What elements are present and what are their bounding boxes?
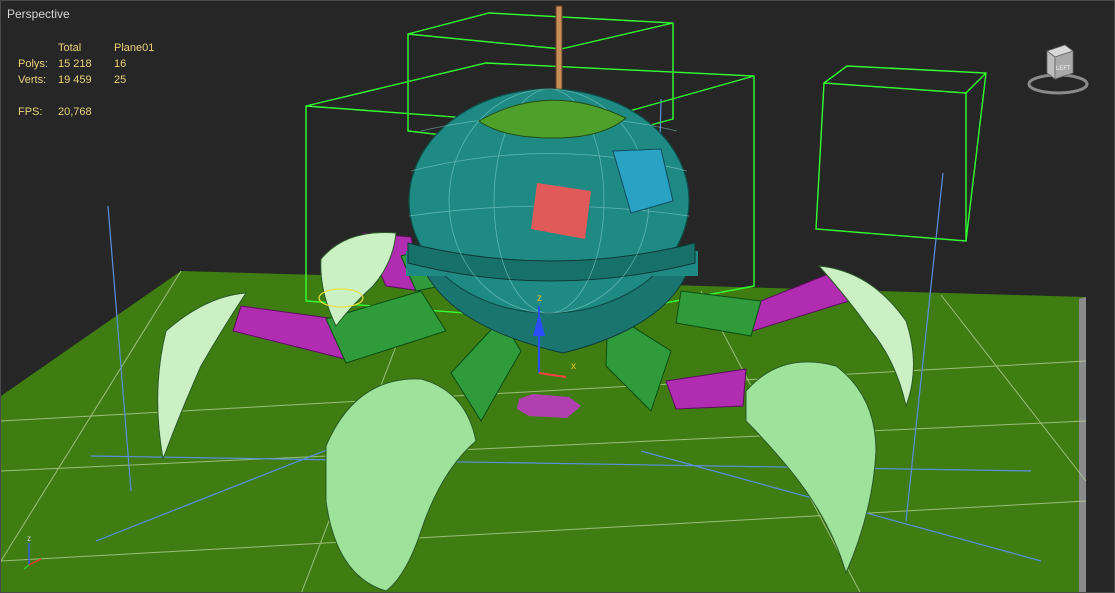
stats-verts-total: 19 459: [58, 74, 92, 86]
viewport-statistics: Total Plane01 Polys: 15 218 16 Verts: 19…: [18, 40, 164, 120]
stats-verts-selected: 25: [114, 74, 127, 86]
stats-header-total: Total: [58, 42, 82, 54]
stats-header-selection: Plane01: [114, 42, 155, 54]
sensor-panel[interactable]: [531, 183, 591, 239]
viewport-label[interactable]: Perspective: [7, 7, 70, 21]
stats-verts-row: Verts: 19 459 25: [18, 72, 164, 88]
stats-spacer: [18, 88, 164, 104]
gizmo-z-label: z: [537, 293, 542, 304]
tripod-z-label: z: [27, 534, 31, 543]
perspective-viewport[interactable]: x z Perspective Total Plane01 Polys: 15 …: [0, 0, 1115, 593]
stats-fps-row: FPS: 20,768: [18, 104, 164, 120]
scene-canvas[interactable]: x z: [1, 1, 1115, 593]
stats-verts-label: Verts:: [18, 74, 47, 86]
stats-polys-total: 15 218: [58, 58, 92, 70]
stats-header-label: [18, 40, 58, 56]
stats-header-row: Total Plane01: [18, 40, 164, 56]
gizmo-x-label: x: [571, 361, 576, 372]
ground-plane-edge: [1079, 297, 1086, 592]
top-antenna[interactable]: [555, 5, 563, 102]
stats-polys-row: Polys: 15 218 16: [18, 56, 164, 72]
stats-polys-selected: 16: [114, 58, 127, 70]
stats-fps-value: 20,768: [58, 106, 92, 118]
world-axis-tripod: z: [23, 534, 42, 570]
stats-fps-label: FPS:: [18, 106, 43, 118]
viewcube-face-label: LEFT: [1056, 66, 1071, 72]
stats-polys-label: Polys:: [18, 58, 48, 70]
viewcube[interactable]: LEFT: [1027, 41, 1089, 97]
